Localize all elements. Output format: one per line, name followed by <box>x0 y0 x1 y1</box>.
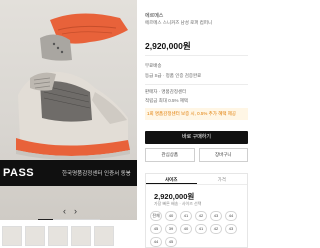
previous-arrow-icon[interactable]: ‹ <box>63 206 66 216</box>
product-price: 2,920,000원 <box>145 41 191 51</box>
size-option[interactable]: 44 <box>150 237 162 247</box>
next-arrow-icon[interactable]: › <box>74 206 77 216</box>
divider <box>145 55 248 56</box>
size-option[interactable]: 44 <box>225 211 237 221</box>
size-option[interactable]: 43 <box>225 224 237 234</box>
tab-price[interactable]: 가격 <box>197 174 248 184</box>
authentication-text: 한국명품감정센터 인증서 동봉 <box>62 171 131 177</box>
product-gallery[interactable]: PASS 한국명품감정센터 인증서 동봉 <box>0 0 137 220</box>
size-options: 전체 40 41 42 43 44 45 39 40 41 42 43 44 45 <box>150 211 244 247</box>
pass-logo: PASS <box>3 167 35 179</box>
gallery-progress-fill <box>38 219 53 220</box>
size-option[interactable]: 39 <box>165 224 177 234</box>
size-tabs: 사이즈 가격 <box>146 174 247 185</box>
gallery-progress-bar <box>38 219 100 220</box>
cart-button[interactable]: 장바구니 <box>198 148 248 162</box>
authentication-banner: PASS 한국명품감정센터 인증서 동봉 <box>0 160 137 186</box>
thumbnail[interactable] <box>2 226 22 246</box>
size-option[interactable]: 40 <box>165 211 177 221</box>
size-option[interactable]: 41 <box>180 211 192 221</box>
product-brand: 에르메스 <box>145 13 164 19</box>
size-option[interactable]: 42 <box>195 211 207 221</box>
thumbnail[interactable] <box>48 226 68 246</box>
size-option[interactable]: 42 <box>210 224 222 234</box>
tab-size[interactable]: 사이즈 <box>146 174 197 184</box>
benefit-notice: 1회 명품감정센터 보증 시, 0.5% 추가 혜택 제공 <box>145 108 248 120</box>
thumbnail[interactable] <box>25 226 45 246</box>
wishlist-button[interactable]: 관심상품 <box>145 148 195 162</box>
buy-now-button[interactable]: 바로 구매하기 <box>145 131 248 144</box>
product-name: 에르메스 스니커즈 남성 로퍼 컴퍼니 <box>145 20 213 25</box>
points-info: 적립금 최대 0.5% 혜택 <box>145 98 188 103</box>
size-option[interactable]: 전체 <box>150 211 162 221</box>
size-option[interactable]: 45 <box>165 237 177 247</box>
size-option[interactable]: 43 <box>210 211 222 221</box>
size-option[interactable]: 40 <box>180 224 192 234</box>
panel-subtitle: 가장 빠른 배송 · 사이즈 선택 <box>154 201 202 206</box>
size-option[interactable]: 41 <box>195 224 207 234</box>
size-price-panel: 사이즈 가격 2,920,000원 가장 빠른 배송 · 사이즈 선택 전체 40… <box>145 173 248 248</box>
shipping-info: 무료배송 <box>145 63 162 68</box>
thumbnail[interactable] <box>94 226 114 246</box>
product-page: PASS 한국명품감정센터 인증서 동봉 ‹ › 에르메스 에르메스 스니커즈 … <box>0 0 248 248</box>
thumbnail[interactable] <box>71 226 91 246</box>
divider <box>145 84 248 85</box>
size-option[interactable]: 45 <box>150 224 162 234</box>
gallery-slider-nav: ‹ › <box>30 204 110 218</box>
secondary-actions: 관심상품 장바구니 <box>145 148 248 162</box>
seller-info: 판매자 · 명품감정센터 <box>145 89 187 94</box>
grade-info: 등급 S급 · 정품 인증 검증완료 <box>145 73 202 78</box>
thumbnail-strip <box>0 226 137 248</box>
